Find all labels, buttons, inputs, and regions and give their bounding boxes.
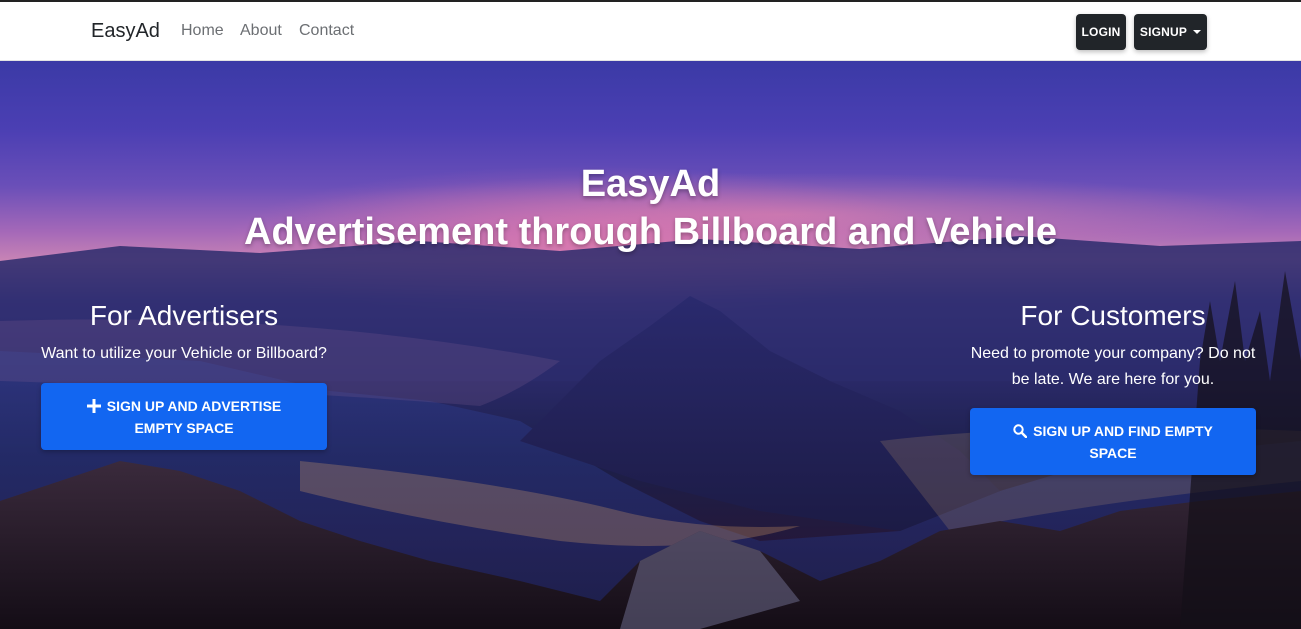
hero-title: EasyAd Advertisement through Billboard a…: [0, 160, 1301, 256]
plus-icon: [86, 398, 101, 413]
advertisers-heading: For Advertisers: [89, 300, 279, 331]
brand-link[interactable]: EasyAd: [91, 20, 160, 43]
advertise-signup-label: SIGN UP AND ADVERTISE EMPTY SPACE: [106, 397, 282, 436]
find-space-signup-button[interactable]: SIGN UP AND FIND EMPTY SPACE: [970, 408, 1256, 475]
hero-title-tagline: Advertisement through Billboard and Vehi…: [244, 211, 1057, 253]
signup-button-label: SIGNUP: [1139, 25, 1188, 39]
hero-section: EasyAd Advertisement through Billboard a…: [0, 61, 1301, 629]
customers-text: Need to promote your company? Do not be …: [970, 345, 1256, 388]
customers-heading: For Customers: [1020, 300, 1206, 331]
signup-dropdown-button[interactable]: SIGNUP: [1134, 14, 1207, 50]
hero-title-brand: EasyAd: [580, 163, 721, 205]
find-space-signup-label: SIGN UP AND FIND EMPTY SPACE: [1033, 422, 1213, 461]
login-button-label: LOGIN: [1081, 25, 1121, 39]
caret-down-icon: [1193, 30, 1202, 34]
navbar: EasyAd Home About Contact LOGIN SIGNUP: [0, 2, 1301, 61]
nav-about-link[interactable]: About: [240, 22, 282, 40]
nav-home-link[interactable]: Home: [181, 22, 224, 40]
search-icon: [1013, 423, 1028, 438]
login-button[interactable]: LOGIN: [1076, 14, 1126, 50]
advertisers-text: Want to utilize your Vehicle or Billboar…: [41, 345, 327, 362]
nav-contact-link[interactable]: Contact: [299, 22, 354, 40]
advertise-signup-button[interactable]: SIGN UP AND ADVERTISE EMPTY SPACE: [41, 383, 327, 450]
